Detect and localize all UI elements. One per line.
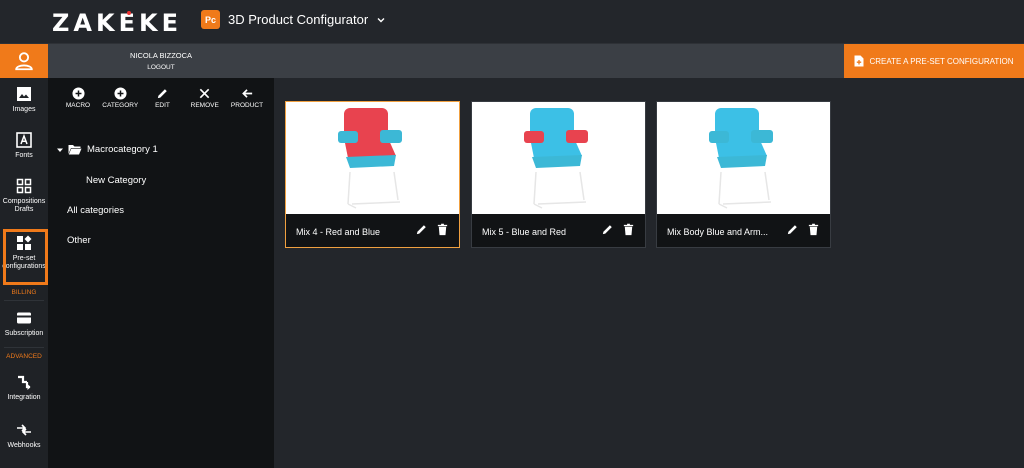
trash-icon[interactable] (807, 223, 820, 236)
rail-label-compositions-drafts: Compositions Drafts (2, 198, 46, 213)
chair-image (709, 108, 773, 209)
folder-open-icon (68, 145, 82, 155)
user-info-bar: NICOLA BIZZOCA LOGOUT (48, 44, 274, 78)
user-icon (15, 52, 33, 71)
category-label: CATEGORY (102, 102, 139, 109)
tree-item-macrocategory[interactable]: Macrocategory 1 (56, 144, 158, 155)
content-header-strip (274, 44, 844, 78)
rail-item-compositions-drafts[interactable]: Compositions Drafts (0, 178, 48, 214)
image-icon (17, 87, 31, 101)
integration-icon (18, 375, 31, 390)
credit-card-icon (17, 312, 31, 324)
pencil-icon[interactable] (415, 223, 428, 236)
add-document-icon (854, 55, 864, 67)
category-toolbar: MACRO CATEGORY EDIT REMOVE PRODUCT (48, 78, 274, 109)
add-macro-button[interactable]: MACRO (58, 87, 98, 109)
tree-item-all-categories[interactable]: All categories (67, 205, 124, 216)
edit-label: EDIT (155, 102, 170, 109)
top-bar: ZAKEKE Pc 3D Product Configurator (0, 0, 1024, 44)
add-circle-icon (114, 87, 127, 100)
product-label: PRODUCT (230, 102, 264, 109)
chair-image (524, 108, 588, 209)
font-icon (16, 132, 32, 148)
product-button[interactable]: PRODUCT (227, 87, 267, 109)
preset-actions (415, 223, 449, 236)
trash-icon[interactable] (436, 223, 449, 236)
preset-title: Mix 4 - Red and Blue (296, 227, 381, 237)
rail-label-webhooks: Webhooks (7, 442, 41, 449)
category-panel: MACRO CATEGORY EDIT REMOVE PRODUCT Macro… (48, 78, 274, 468)
logout-link[interactable]: LOGOUT (48, 64, 274, 71)
rail-item-fonts[interactable]: Fonts (0, 132, 48, 160)
billing-section-label: BILLING (11, 289, 37, 296)
chair-image (338, 108, 402, 209)
create-preset-button[interactable]: CREATE A PRE-SET CONFIGURATION (844, 44, 1024, 78)
arrow-left-icon (241, 89, 252, 98)
advanced-section-label: ADVANCED (6, 353, 42, 360)
preset-card[interactable]: Mix Body Blue and Arm... (656, 101, 831, 248)
create-preset-label: CREATE A PRE-SET CONFIGURATION (869, 56, 1014, 66)
rail-label-images: Images (12, 106, 36, 113)
remove-button[interactable]: REMOVE (185, 87, 225, 109)
remove-label: REMOVE (190, 102, 219, 109)
rail-divider (4, 347, 44, 348)
macrocategory-label: Macrocategory 1 (87, 144, 158, 155)
add-category-button[interactable]: CATEGORY (100, 87, 140, 109)
preset-title: Mix Body Blue and Arm... (667, 227, 769, 237)
logo-accent-dot (127, 11, 131, 15)
grid-icon (16, 178, 32, 194)
trash-icon[interactable] (622, 223, 635, 236)
user-name: NICOLA BIZZOCA (129, 51, 193, 60)
project-badge: Pc (201, 10, 220, 29)
zakeke-logo[interactable]: ZAKEKE (52, 9, 182, 37)
rail-item-images[interactable]: Images (0, 86, 48, 114)
preset-card[interactable]: Mix 4 - Red and Blue (285, 101, 460, 248)
preset-title: Mix 5 - Blue and Red (482, 227, 567, 237)
pencil-icon[interactable] (786, 223, 799, 236)
project-selector[interactable]: Pc 3D Product Configurator (201, 10, 386, 29)
rail-label-integration: Integration (7, 394, 41, 401)
user-menu-button[interactable] (0, 44, 48, 78)
app-window: ZAKEKE Pc 3D Product Configurator Images… (0, 0, 1024, 468)
highlight-annotation-box (3, 229, 48, 285)
webhooks-icon (17, 424, 31, 436)
icon-rail: Images Fonts Compositions Drafts Pre-set… (0, 44, 48, 468)
pencil-icon[interactable] (601, 223, 614, 236)
rail-item-integration[interactable]: Integration (0, 374, 48, 402)
preset-grid: Mix 4 - Red and Blue Mix 5 - Blue and Re… (274, 78, 1024, 468)
preset-actions (601, 223, 635, 236)
preset-actions (786, 223, 820, 236)
rail-label-subscription: Subscription (4, 330, 44, 337)
preset-card[interactable]: Mix 5 - Blue and Red (471, 101, 646, 248)
preset-thumbnail[interactable] (472, 102, 645, 214)
close-icon (199, 88, 210, 99)
rail-item-subscription[interactable]: Subscription (0, 310, 48, 338)
rail-label-fonts: Fonts (15, 152, 33, 159)
tree-item-other[interactable]: Other (67, 235, 91, 246)
macro-label: MACRO (65, 102, 91, 109)
pencil-icon (157, 89, 167, 99)
chevron-down-icon (377, 17, 385, 22)
edit-button[interactable]: EDIT (143, 87, 183, 109)
rail-item-webhooks[interactable]: Webhooks (0, 422, 48, 450)
preset-thumbnail[interactable] (286, 102, 459, 214)
add-circle-icon (71, 87, 85, 100)
caret-down-icon[interactable] (56, 146, 64, 154)
rail-divider (4, 300, 44, 301)
project-name: 3D Product Configurator (228, 12, 369, 27)
preset-thumbnail[interactable] (657, 102, 830, 214)
tree-item-new-category[interactable]: New Category (86, 175, 146, 186)
